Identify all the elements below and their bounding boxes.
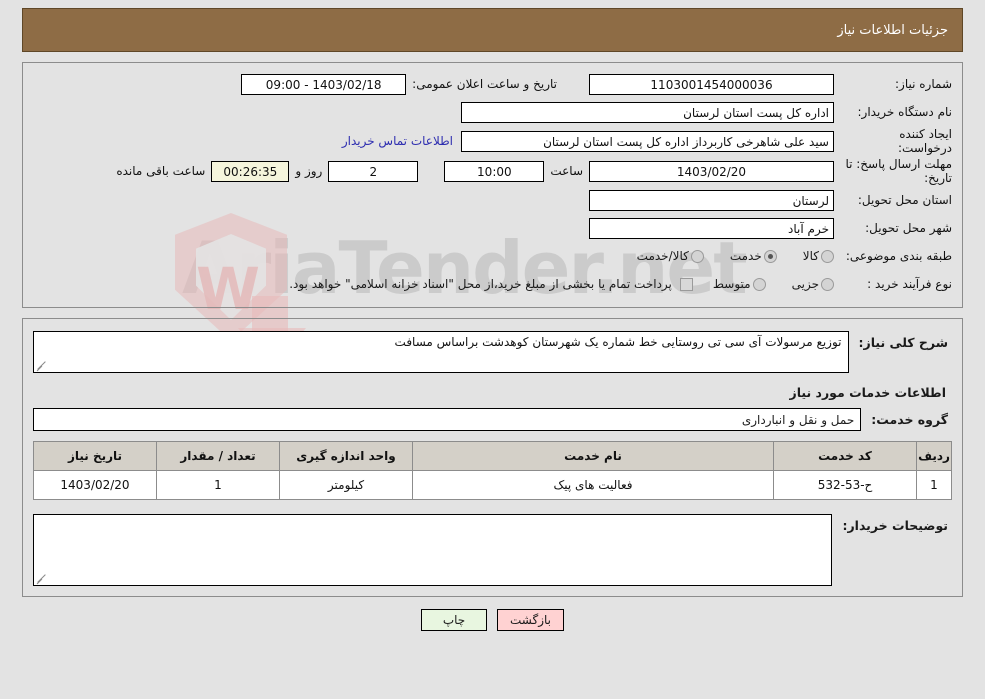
column-header-date: تاریخ نیاز [33, 441, 157, 471]
print-button[interactable]: چاپ [421, 609, 487, 631]
need-body-panel: شرح کلی نیاز: توزیع مرسولات آی سی تی روس… [22, 318, 963, 597]
column-header-quantity: تعداد / مقدار [156, 441, 280, 471]
cell-index: 1 [916, 470, 952, 500]
service-group-label: گروه خدمت: [871, 412, 948, 427]
deadline-date-value: 1403/02/20 [589, 160, 834, 182]
services-table: ردیف کد خدمت نام خدمت واحد اندازه گیری ت… [33, 441, 952, 500]
radio-label-kala: کالا [802, 249, 819, 263]
purchase-process-label: نوع فرآیند خرید : [867, 277, 952, 291]
cell-name: فعالیت های پیک [412, 470, 774, 500]
column-header-index: ردیف [916, 441, 952, 471]
row-request-creator: ایجاد کننده درخواست: سید علی شاهرخی کارب… [33, 127, 952, 155]
cell-code: ح-53-532 [773, 470, 917, 500]
radio-option-motavaset[interactable]: متوسط [693, 277, 766, 291]
radio-button-kala[interactable] [821, 249, 834, 263]
buyer-comments-textarea[interactable] [33, 514, 833, 586]
table-row: 1 ح-53-532 فعالیت های پیک کیلومتر 1 1403… [33, 470, 952, 500]
radio-button-motavaset[interactable] [752, 277, 766, 291]
column-header-unit: واحد اندازه گیری [279, 441, 413, 471]
row-need-description: شرح کلی نیاز: توزیع مرسولات آی سی تی روس… [33, 325, 952, 377]
radio-label-khedmat: خدمت [729, 249, 762, 263]
row-purchase-process-type: نوع فرآیند خرید : جزیی متوسط پرداخت تمام… [33, 271, 952, 297]
treasury-documents-checkbox[interactable] [679, 277, 693, 291]
row-need-number: شماره نیاز: 1103001454000036 تاریخ و ساع… [33, 71, 952, 97]
cell-quantity: 1 [156, 470, 280, 500]
row-service-group: گروه خدمت: حمل و نقل و انبارداری [33, 406, 952, 439]
delivery-province-value: لرستان [589, 189, 834, 211]
table-header-row: ردیف کد خدمت نام خدمت واحد اندازه گیری ت… [33, 441, 952, 471]
service-group-value: حمل و نقل و انبارداری [33, 408, 862, 431]
buyer-comments-label: توضیحات خریدار: [842, 518, 948, 533]
resize-handle-icon[interactable] [36, 359, 48, 371]
remaining-hours-label: ساعت باقی مانده [116, 164, 206, 178]
radio-button-kala-khedmat[interactable] [690, 249, 704, 263]
buyer-organization-label: نام دستگاه خریدار: [857, 105, 953, 119]
subject-classification-label: طبقه بندی موضوعی: [845, 249, 952, 263]
column-header-code: کد خدمت [773, 441, 917, 471]
column-header-name: نام خدمت [412, 441, 774, 471]
cell-date: 1403/02/20 [33, 470, 157, 500]
countdown-timer-value: 00:26:35 [211, 160, 290, 182]
radio-button-jozee[interactable] [821, 277, 834, 291]
services-section-heading: اطلاعات خدمات مورد نیاز [789, 385, 947, 400]
delivery-province-label: استان محل تحویل: [857, 193, 952, 207]
radio-label-motavaset: متوسط [712, 277, 751, 291]
row-delivery-city: شهر محل تحویل: خرم آباد [33, 215, 952, 241]
response-deadline-label: مهلت ارسال پاسخ: تا تاریخ: [845, 157, 952, 185]
request-creator-value: سید علی شاهرخی کاربرداز اداره کل پست است… [461, 130, 834, 152]
radio-option-kala[interactable]: کالا [783, 249, 834, 263]
announce-datetime-value: 1403/02/18 - 09:00 [241, 73, 407, 95]
need-description-value: توزیع مرسولات آی سی تی روستایی خط شماره … [394, 335, 842, 349]
deadline-hour-label: ساعت [550, 164, 583, 178]
row-subject-classification: طبقه بندی موضوعی: کالا خدمت کالا/خدمت [33, 243, 952, 269]
radio-label-jozee: جزیی [791, 277, 819, 291]
subject-classification-radio-group: کالا خدمت کالا/خدمت [617, 249, 834, 263]
buyer-organization-value: اداره کل پست استان لرستان [461, 101, 834, 123]
purchase-process-radio-group: جزیی متوسط [693, 277, 834, 291]
request-creator-label: ایجاد کننده درخواست: [898, 127, 952, 155]
deadline-hour-value: 10:00 [444, 160, 545, 182]
delivery-city-value: خرم آباد [589, 217, 834, 239]
row-buyer-comments: توضیحات خریدار: [33, 508, 952, 590]
radio-label-kala-khedmat: کالا/خدمت [636, 249, 689, 263]
page-header-bar: جزئیات اطلاعات نیاز [22, 8, 963, 52]
back-button[interactable]: بازگشت [497, 609, 564, 631]
radio-button-khedmat[interactable] [763, 249, 777, 263]
page-root: جزئیات اطلاعات نیاز شماره نیاز: 11030014… [0, 8, 985, 631]
cell-unit: کیلومتر [279, 470, 413, 500]
need-details-panel: شماره نیاز: 1103001454000036 تاریخ و ساع… [22, 62, 963, 308]
need-description-textarea[interactable]: توزیع مرسولات آی سی تی روستایی خط شماره … [33, 331, 849, 373]
buyer-contact-link[interactable]: اطلاعات تماس خریدار [334, 134, 461, 148]
page-title: جزئیات اطلاعات نیاز [837, 22, 948, 38]
remaining-days-value: 2 [328, 160, 419, 182]
radio-option-jozee[interactable]: جزیی [772, 277, 834, 291]
announce-datetime-label: تاریخ و ساعت اعلان عمومی: [412, 77, 557, 91]
radio-option-khedmat[interactable]: خدمت [710, 249, 777, 263]
need-number-label: شماره نیاز: [895, 77, 952, 91]
remaining-days-label: روز و [295, 164, 323, 178]
need-description-label: شرح کلی نیاز: [858, 335, 948, 350]
delivery-city-label: شهر محل تحویل: [865, 221, 952, 235]
footer-button-bar: بازگشت چاپ [0, 597, 985, 631]
resize-handle-icon[interactable] [36, 572, 48, 584]
row-delivery-province: استان محل تحویل: لرستان [33, 187, 952, 213]
radio-option-kala-khedmat[interactable]: کالا/خدمت [617, 249, 704, 263]
need-number-value: 1103001454000036 [589, 73, 834, 95]
row-buyer-organization: نام دستگاه خریدار: اداره کل پست استان لر… [33, 99, 952, 125]
row-response-deadline: مهلت ارسال پاسخ: تا تاریخ: 1403/02/20 سا… [33, 157, 952, 185]
treasury-documents-note: پرداخت تمام یا بخشی از مبلغ خرید،از محل … [289, 277, 672, 291]
